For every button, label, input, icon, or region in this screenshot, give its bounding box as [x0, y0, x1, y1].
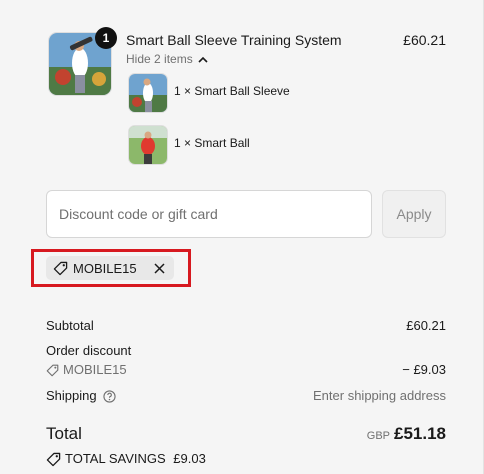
order-discount-code: MOBILE15: [63, 362, 127, 377]
order-discount-code-row: MOBILE15 − £9.03: [46, 362, 446, 377]
bundle-item-label: 1 × Smart Ball: [174, 136, 250, 150]
total-currency: GBP: [366, 430, 390, 442]
savings-label: TOTAL SAVINGS: [65, 451, 166, 466]
highlight-annotation: [31, 249, 191, 287]
total-label: Total: [46, 424, 82, 443]
quantity-badge: 1: [95, 27, 117, 49]
bundle-item-label: 1 × Smart Ball Sleeve: [174, 84, 290, 98]
product-title: Smart Ball Sleeve Training System: [126, 32, 342, 48]
order-discount-row: Order discount: [46, 343, 446, 358]
subtotal-row: Subtotal £60.21: [46, 318, 446, 333]
shipping-label: Shipping: [46, 388, 97, 403]
shipping-value: Enter shipping address: [313, 388, 446, 403]
hide-items-toggle[interactable]: Hide 2 items: [126, 52, 208, 66]
hide-items-label: Hide 2 items: [126, 52, 193, 66]
total-amount: GBP £51.18: [367, 424, 446, 444]
subtotal-label: Subtotal: [46, 318, 94, 333]
bundle-item: 1 × Smart Ball: [128, 125, 448, 165]
order-discount-label: Order discount: [46, 343, 132, 358]
tag-icon: [46, 452, 61, 467]
ball-thumbnail: [128, 125, 168, 165]
discount-code-input[interactable]: [46, 190, 372, 238]
shipping-row: Shipping Enter shipping address: [46, 388, 446, 403]
savings-value: £9.03: [173, 451, 206, 466]
total-row: Total GBP £51.18: [46, 424, 446, 446]
subtotal-value: £60.21: [406, 318, 446, 333]
sleeve-thumbnail: [128, 73, 168, 113]
bundle-item: 1 × Smart Ball Sleeve: [128, 73, 448, 113]
apply-button[interactable]: Apply: [382, 190, 446, 238]
product-price: £60.21: [403, 32, 446, 48]
total-savings-row: TOTAL SAVINGS £9.03: [46, 451, 446, 467]
total-value: £51.18: [394, 424, 446, 443]
help-icon[interactable]: [103, 390, 116, 403]
tag-icon: [46, 364, 59, 377]
chevron-up-icon: [198, 52, 208, 66]
order-discount-value: − £9.03: [402, 362, 446, 377]
